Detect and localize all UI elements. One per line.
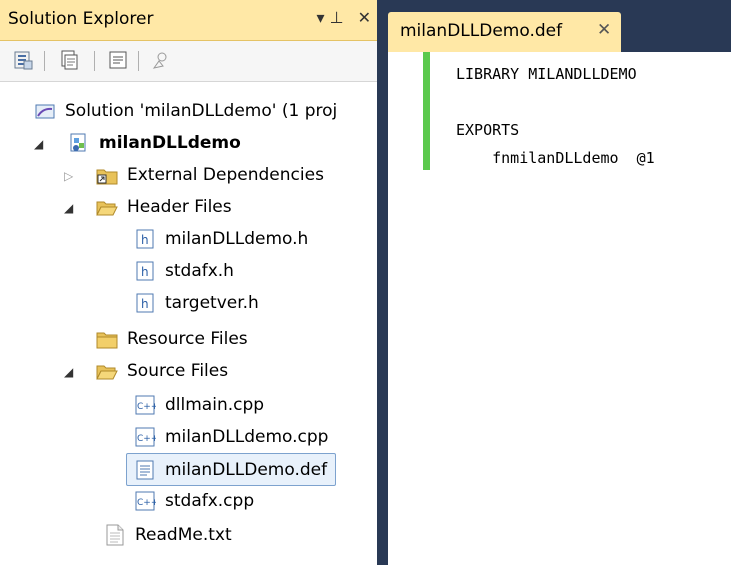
tree-item-label: stdafx.cpp <box>165 491 255 511</box>
tree-item-label: Solution 'milanDLLdemo' (1 proj <box>65 101 338 121</box>
tree-item-label: Source Files <box>127 361 229 381</box>
expanded-arrow-icon[interactable]: ◢ <box>64 365 73 379</box>
solution-icon <box>35 104 55 119</box>
tree-item-source-file-selected[interactable]: milanDLLDemo.def <box>126 453 337 486</box>
header-file-icon: h <box>136 261 154 281</box>
code-editor: milanDLLDemo.def ✕ LIBRARY MILANDLLDEMO … <box>388 0 731 565</box>
tree-item-label: targetver.h <box>165 293 259 313</box>
tree-item-label: External Dependencies <box>127 165 324 185</box>
window-position-icon[interactable]: ▾ ⊥ <box>317 8 344 27</box>
show-all-files-icon[interactable] <box>58 49 80 71</box>
tree-item-project[interactable]: milanDLLdemo <box>68 128 241 158</box>
solution-explorer-toolbar <box>0 41 377 82</box>
expanded-arrow-icon[interactable]: ◢ <box>34 137 43 151</box>
tree-item-source-files[interactable]: Source Files <box>96 356 228 386</box>
open-folder-icon <box>96 365 118 380</box>
tree-item-source-file[interactable]: C++ stdafx.cpp <box>134 486 254 516</box>
document-tab-strip: milanDLLDemo.def ✕ <box>388 0 731 52</box>
tree-item-label: stdafx.h <box>165 261 234 281</box>
svg-text:C++: C++ <box>137 402 156 412</box>
tab-label: milanDLLDemo.def <box>400 21 563 41</box>
text-document-icon <box>106 524 124 546</box>
header-file-icon: h <box>136 229 154 249</box>
tree-item-solution[interactable]: Solution 'milanDLLdemo' (1 proj <box>34 96 337 126</box>
tree-item-header-files[interactable]: Header Files <box>96 192 232 222</box>
toolbar-separator <box>44 51 45 71</box>
toolbar-separator <box>138 51 139 71</box>
class-view-icon[interactable] <box>150 49 172 71</box>
tree-item-header-file[interactable]: h milanDLLdemo.h <box>134 224 308 254</box>
tree-item-source-file[interactable]: C++ dllmain.cpp <box>134 390 264 420</box>
code-line-3: EXPORTS <box>456 121 520 139</box>
folder-shortcut-icon <box>96 169 118 185</box>
tree-item-resource-files[interactable]: Resource Files <box>96 324 248 354</box>
cpp-file-icon: C++ <box>135 427 156 447</box>
tree-item-label: milanDLLdemo.h <box>165 229 309 249</box>
text-file-icon <box>136 460 154 479</box>
tree-item-external-dependencies[interactable]: External Dependencies <box>96 160 324 190</box>
tree-item-label: Header Files <box>127 197 232 217</box>
tree-item-label: dllmain.cpp <box>165 395 265 415</box>
tree-item-source-file[interactable]: C++ milanDLLdemo.cpp <box>134 422 328 452</box>
collapsed-arrow-icon[interactable]: ▷ <box>64 169 73 183</box>
cpp-file-icon: C++ <box>135 395 156 415</box>
svg-text:h: h <box>141 297 149 311</box>
solution-explorer-panel: Solution Explorer ▾ ⊥ ✕ Solution 'milanD… <box>0 0 377 565</box>
close-icon[interactable]: ✕ <box>358 8 371 27</box>
tree-item-header-file[interactable]: h stdafx.h <box>134 256 234 286</box>
code-line-1: LIBRARY MILANDLLDEMO <box>456 65 637 83</box>
project-icon <box>70 133 86 152</box>
expanded-arrow-icon[interactable]: ◢ <box>64 201 73 215</box>
properties-icon[interactable] <box>12 49 34 71</box>
editor-text-area[interactable]: LIBRARY MILANDLLDEMO EXPORTS fnmilanDLLd… <box>388 52 731 565</box>
solution-explorer-title: Solution Explorer <box>8 9 154 29</box>
svg-text:C++: C++ <box>137 498 156 508</box>
tree-item-label: ReadMe.txt <box>135 525 232 545</box>
header-file-icon: h <box>136 293 154 313</box>
close-icon[interactable]: ✕ <box>597 20 611 40</box>
folder-icon <box>96 332 118 349</box>
view-code-icon[interactable] <box>107 49 129 71</box>
toolbar-separator <box>94 51 95 71</box>
svg-text:h: h <box>141 233 149 247</box>
open-folder-icon <box>96 201 118 216</box>
solution-explorer-titlebar: Solution Explorer ▾ ⊥ ✕ <box>0 0 377 41</box>
svg-text:h: h <box>141 265 149 279</box>
tree-item-readme[interactable]: ReadMe.txt <box>104 520 232 550</box>
code-line-4: fnmilanDLLdemo @1 <box>456 149 655 167</box>
tree-item-header-file[interactable]: h targetver.h <box>134 288 259 318</box>
tree-item-label: milanDLLDemo.def <box>165 459 328 480</box>
tree-item-label: milanDLLdemo.cpp <box>165 427 329 447</box>
cpp-file-icon: C++ <box>135 491 156 511</box>
tree-item-label: Resource Files <box>127 329 248 349</box>
change-tracking-bar <box>423 52 430 170</box>
svg-text:C++: C++ <box>137 434 156 444</box>
tree-item-label: milanDLLdemo <box>99 133 241 153</box>
tab-milanDLLDemo-def[interactable]: milanDLLDemo.def ✕ <box>388 12 621 52</box>
